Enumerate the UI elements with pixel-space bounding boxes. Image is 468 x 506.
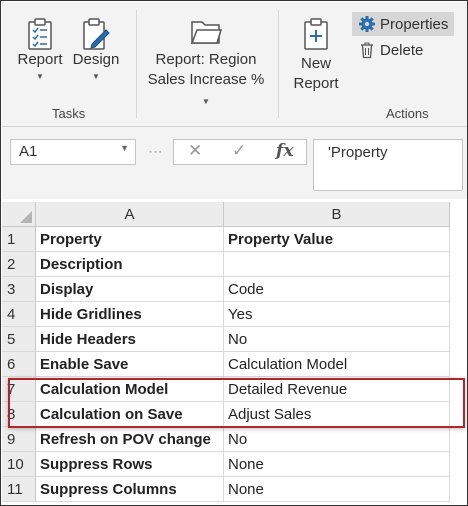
cell-property-value[interactable]: Yes [224, 302, 450, 327]
cell-property[interactable]: Hide Gridlines [36, 302, 224, 327]
design-button[interactable]: Design ▼ [68, 4, 124, 84]
name-box[interactable]: A1 ▼ [10, 139, 136, 165]
ribbon-separator [136, 10, 137, 118]
row-header[interactable]: 8 [2, 402, 36, 427]
row-header[interactable]: 9 [2, 427, 36, 452]
column-header-b[interactable]: B [224, 202, 450, 227]
cell-property-value[interactable]: Calculation Model [224, 352, 450, 377]
row-header[interactable]: 10 [2, 452, 36, 477]
formula-bar: A1 ▼ ⋮ ✕ ✓ fx 'Property [2, 127, 467, 199]
cell-property[interactable]: Refresh on POV change [36, 427, 224, 452]
spreadsheet-grid: A B 1 Property Property Value 2 Description 3… [2, 202, 467, 505]
chevron-down-icon[interactable]: ▼ [120, 143, 129, 153]
cell-property-value[interactable]: None [224, 477, 450, 502]
report-region-dropdown[interactable]: Report: Region Sales Increase % ▼ [142, 4, 270, 112]
cell-property[interactable]: Hide Headers [36, 327, 224, 352]
select-all-triangle-icon [20, 211, 32, 223]
report-region-line1: Report: Region [155, 51, 257, 68]
window-frame: Report ▼ Design ▼ Tasks Report: Region S… [0, 0, 468, 506]
cell-property[interactable]: Enable Save [36, 352, 224, 377]
select-all-corner[interactable] [2, 202, 36, 227]
row-header[interactable]: 3 [2, 277, 36, 302]
cell-property-value[interactable]: Code [224, 277, 450, 302]
cell-property[interactable]: Suppress Columns [36, 477, 224, 502]
cell-property-value[interactable]: Detailed Revenue [224, 377, 450, 402]
ribbon-separator [278, 10, 279, 118]
delete-label: Delete [380, 41, 424, 59]
row-header[interactable]: 7 [2, 377, 36, 402]
chevron-down-icon: ▼ [202, 97, 210, 106]
row-header[interactable]: 5 [2, 327, 36, 352]
row-header[interactable]: 2 [2, 252, 36, 277]
cell-property-value[interactable]: Property Value [224, 227, 450, 252]
properties-label: Properties [380, 15, 449, 33]
design-pencil-icon [83, 18, 110, 50]
formula-buttons: ✕ ✓ fx [173, 139, 307, 165]
gear-icon [359, 16, 375, 32]
tasks-group-label: Tasks [52, 106, 86, 121]
new-report-line1: New [300, 55, 331, 72]
cancel-icon[interactable]: ✕ [188, 141, 202, 161]
new-report-button[interactable]: New Report [286, 4, 346, 94]
folder-icon [190, 21, 222, 44]
cell-property-value[interactable]: No [224, 327, 450, 352]
row-header[interactable]: 11 [2, 477, 36, 502]
row-header[interactable]: 1 [2, 227, 36, 252]
formula-input[interactable]: 'Property [313, 139, 463, 191]
report-label: Report [17, 51, 63, 68]
delete-button[interactable]: Delete [352, 38, 429, 62]
trash-icon [361, 42, 373, 59]
cell-property[interactable]: Calculation on Save [36, 402, 224, 427]
report-button[interactable]: Report ▼ [10, 4, 70, 84]
column-header-a[interactable]: A [36, 202, 224, 227]
cell-property-value[interactable]: None [224, 452, 450, 477]
cell-property[interactable]: Property [36, 227, 224, 252]
cell-property-value[interactable] [224, 252, 450, 277]
cell-property[interactable]: Description [36, 252, 224, 277]
cell-property-value[interactable]: No [224, 427, 450, 452]
new-report-line2: Report [293, 75, 339, 92]
cell-property[interactable]: Calculation Model [36, 377, 224, 402]
report-region-line2: Sales Increase % ▼ [147, 71, 265, 106]
chevron-down-icon: ▼ [36, 72, 44, 81]
design-label: Design [72, 51, 120, 68]
name-box-value: A1 [19, 143, 38, 160]
row-header[interactable]: 4 [2, 302, 36, 327]
ribbon: Report ▼ Design ▼ Tasks Report: Region S… [2, 2, 467, 127]
row-header[interactable]: 6 [2, 352, 36, 377]
chevron-down-icon: ▼ [92, 72, 100, 81]
insert-function-icon[interactable]: fx [276, 141, 293, 161]
drag-handle-icon[interactable]: ⋮ [148, 145, 164, 157]
cell-property-value[interactable]: Adjust Sales [224, 402, 450, 427]
report-clipboard-icon [28, 18, 52, 50]
properties-button[interactable]: Properties [352, 12, 455, 36]
actions-group-label: Actions [386, 106, 429, 121]
enter-check-icon[interactable]: ✓ [232, 141, 246, 161]
cell-property[interactable]: Suppress Rows [36, 452, 224, 477]
cell-property[interactable]: Display [36, 277, 224, 302]
new-report-icon [304, 18, 328, 50]
